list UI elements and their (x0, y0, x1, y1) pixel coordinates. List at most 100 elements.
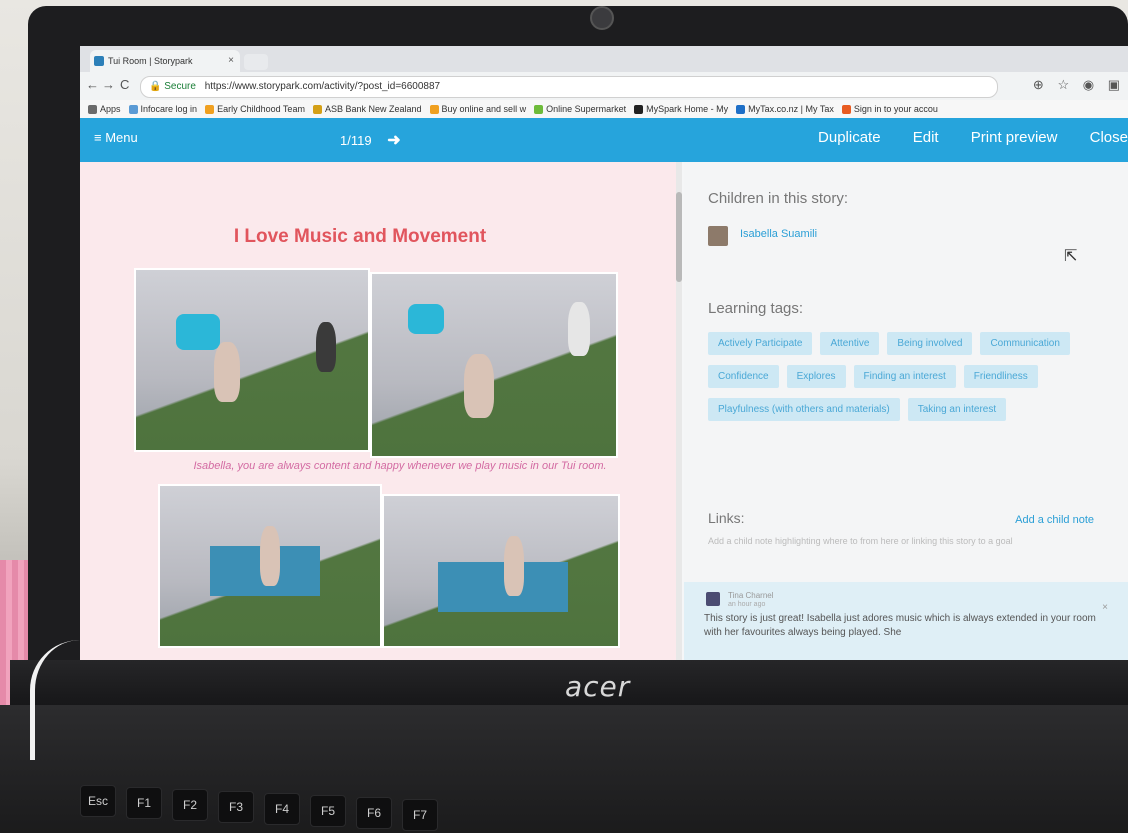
toolbar-icons: ⊕ ☆ ◉ ▣ (1023, 77, 1120, 93)
extension-icon[interactable]: ◉ (1083, 77, 1094, 92)
comment-text: This story is just great! Isabella just … (704, 613, 1096, 638)
print-preview-button[interactable]: Print preview (971, 129, 1058, 146)
child-figure (316, 322, 336, 372)
learning-tags: Actively Participate Attentive Being invol… (708, 332, 1108, 431)
story-title: I Love Music and Movement (233, 226, 487, 247)
scrollbar[interactable] (676, 162, 682, 662)
bookmark-item[interactable]: Sign in to your accou (841, 100, 938, 118)
learning-tag[interactable]: Finding an interest (853, 365, 956, 388)
learning-tag[interactable]: Friendliness (963, 365, 1038, 388)
bookmark-item[interactable]: Online Supermarket (534, 100, 626, 118)
tab-strip: Tui Room | Storypark × (80, 46, 1128, 72)
bookmark-favicon-icon (736, 105, 746, 115)
bookmark-item[interactable]: MySpark Home - My (634, 100, 728, 118)
story-caption: Isabella, you are always content and hap… (193, 460, 607, 472)
learning-tag[interactable]: Attentive (820, 332, 880, 355)
bookmark-item[interactable]: Apps (88, 100, 121, 118)
scrollbar-thumb[interactable] (676, 192, 682, 282)
bookmark-label: Infocare log in (140, 104, 198, 114)
edit-button[interactable]: Edit (913, 129, 939, 146)
lock-icon: 🔒 (149, 81, 162, 92)
learning-tag[interactable]: Taking an interest (907, 398, 1007, 421)
bookmark-favicon-icon (128, 105, 138, 115)
learning-tag[interactable]: Explores (786, 365, 846, 388)
bookmark-label: Online Supermarket (546, 104, 627, 114)
bookmarks-bar: Apps Infocare log in Early Childhood Team A… (80, 100, 1128, 119)
story-photo-4[interactable] (382, 494, 620, 648)
zoom-icon[interactable]: ⊕ (1033, 77, 1044, 92)
keyboard-key: F4 (264, 793, 300, 825)
story-sidebar: Children in this story: Isabella Suamili… (684, 162, 1128, 662)
bookmark-item[interactable]: Early Childhood Team (205, 100, 305, 118)
toy (176, 314, 220, 350)
new-tab-button[interactable] (244, 54, 268, 70)
story-photo-1[interactable] (134, 268, 370, 452)
reload-icon[interactable]: C (120, 77, 129, 92)
learning-tag[interactable]: Communication (980, 332, 1070, 355)
bookmark-favicon-icon (429, 105, 439, 115)
address-bar[interactable]: 🔒 Secure https://www.storypark.com/activ… (140, 76, 998, 98)
star-icon[interactable]: ☆ (1057, 77, 1069, 92)
bookmark-favicon-icon (205, 105, 215, 115)
acer-logo: acer (565, 670, 631, 703)
child-figure (464, 354, 494, 418)
commenter-avatar (706, 592, 720, 606)
play-mat (438, 562, 568, 612)
bookmark-item[interactable]: ASB Bank New Zealand (312, 100, 422, 118)
close-button[interactable]: Close (1090, 129, 1128, 146)
story-photo-3[interactable] (158, 484, 382, 648)
child-figure (504, 536, 524, 596)
learning-tags-heading: Learning tags: (708, 300, 804, 317)
bookmark-label: MySpark Home - My (646, 104, 729, 114)
keyboard-key: F1 (126, 787, 162, 819)
cable (30, 640, 105, 760)
bookmark-item[interactable]: MyTax.co.nz | My Tax (736, 100, 834, 118)
browser-tab[interactable]: Tui Room | Storypark × (90, 50, 240, 72)
bookmark-item[interactable]: Infocare log in (128, 100, 198, 118)
keyboard-key: Esc (80, 785, 116, 817)
bookmark-label: Buy online and sell w (441, 104, 527, 114)
keyboard-key: F3 (218, 791, 254, 823)
comment-time: an hour ago (728, 601, 766, 608)
bookmark-favicon-icon (88, 105, 97, 115)
header-actions: Duplicate Edit Print preview Close (790, 129, 1128, 146)
bookmark-favicon-icon (312, 105, 322, 115)
bookmark-label: Apps (100, 104, 121, 114)
comment: Tina Charnel an hour ago × This story is… (684, 582, 1128, 662)
pager-count: 1/119 (340, 133, 372, 148)
back-icon[interactable]: ← (86, 77, 99, 92)
next-arrow-icon[interactable]: ➜ (387, 132, 400, 149)
child-figure (214, 342, 240, 402)
learning-tag[interactable]: Being involved (887, 332, 973, 355)
bookmark-favicon-icon (534, 105, 544, 115)
learning-tag[interactable]: Confidence (708, 365, 779, 388)
duplicate-button[interactable]: Duplicate (818, 129, 881, 146)
child-figure (568, 302, 590, 356)
tab-close-icon[interactable]: × (228, 50, 234, 72)
links-heading: Links: (708, 510, 745, 526)
keyboard-deck (0, 705, 1128, 833)
learning-tag[interactable]: Playfulness (with others and materials) (708, 398, 900, 421)
children-heading: Children in this story: (708, 190, 849, 207)
screen: Tui Room | Storypark × ← → C 🔒 Secure ht… (80, 46, 1128, 662)
avatar[interactable] (708, 226, 728, 246)
learning-tag[interactable]: Actively Participate (708, 332, 813, 355)
menu-button[interactable]: ≡ Menu (94, 130, 138, 145)
links-hint: Add a child note highlighting where to f… (708, 536, 1013, 546)
bookmark-label: MyTax.co.nz | My Tax (748, 104, 834, 114)
bookmark-item[interactable]: Buy online and sell w (429, 100, 527, 118)
story-photo-2[interactable] (370, 272, 618, 458)
child-name-link[interactable]: Isabella Suamili (740, 228, 817, 240)
bookmark-favicon-icon (841, 105, 851, 115)
storypark-favicon-icon (94, 56, 104, 66)
mouse-cursor-icon: ⇱ (1064, 248, 1078, 265)
add-child-note-link[interactable]: Add a child note (1015, 514, 1094, 526)
toolbar: ← → C 🔒 Secure https://www.storypark.com… (80, 72, 1128, 100)
bookmark-label: Sign in to your accou (853, 104, 938, 114)
url-text: https://www.storypark.com/activity/?post… (204, 81, 441, 92)
keyboard-key: F7 (402, 799, 438, 831)
forward-icon[interactable]: → (102, 77, 115, 92)
secure-label: Secure (164, 81, 196, 92)
child-figure (260, 526, 280, 586)
extension-icon-2[interactable]: ▣ (1108, 77, 1120, 92)
